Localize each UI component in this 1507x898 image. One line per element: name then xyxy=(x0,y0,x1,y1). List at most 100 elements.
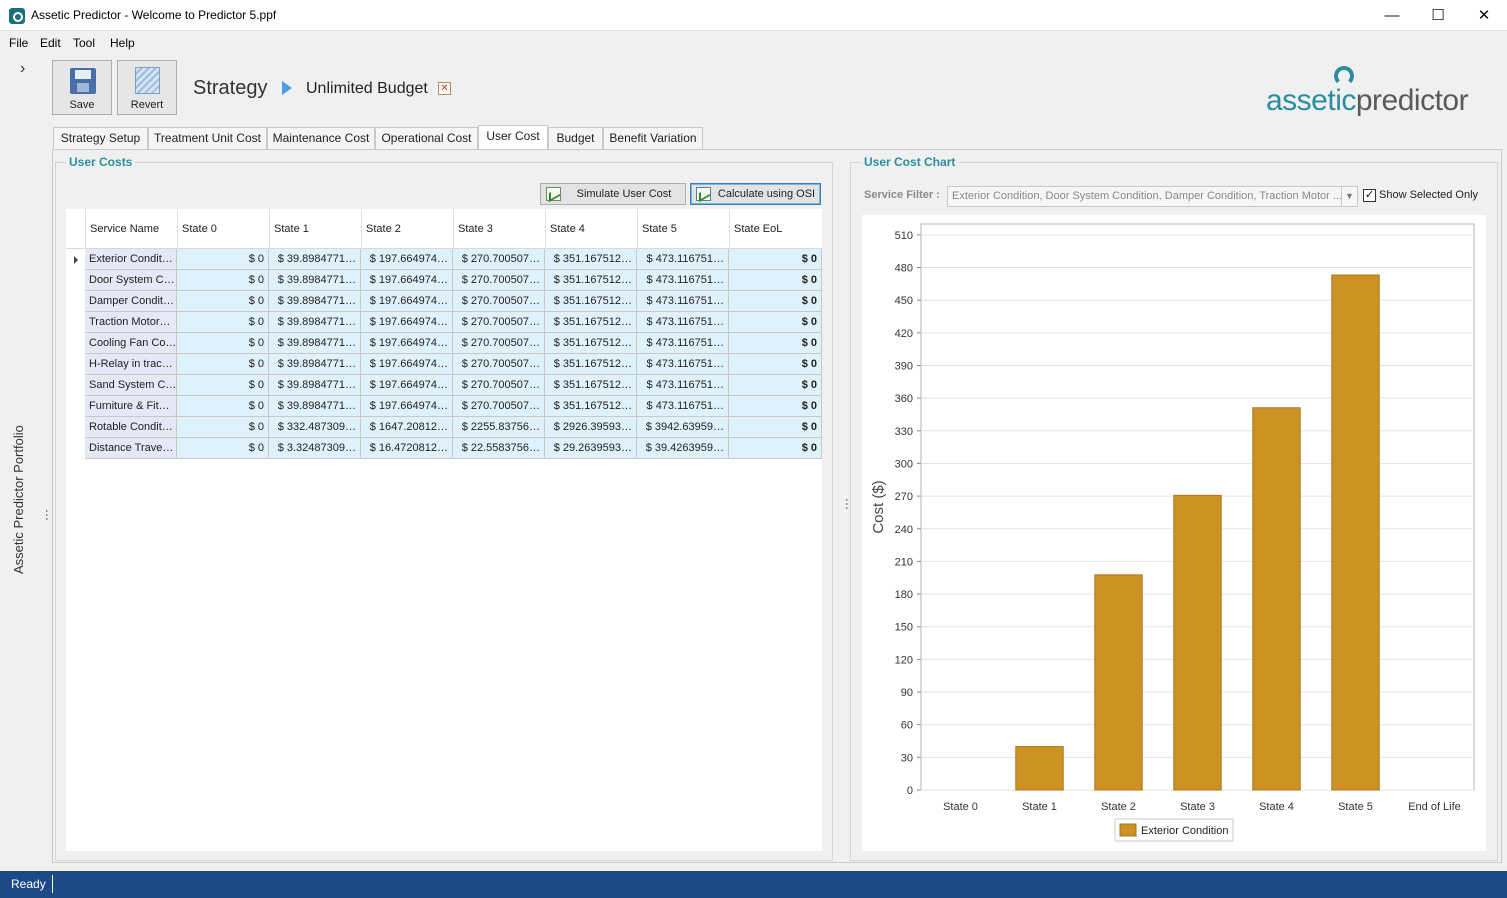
cost-cell[interactable]: $ 16.4720812… xyxy=(361,438,453,459)
table-row[interactable]: Rotable Condit… $ 0 $ 332.487309… $ 1647.20… xyxy=(66,417,822,438)
save-button[interactable]: Save xyxy=(52,60,112,115)
cost-cell[interactable]: $ 0 xyxy=(177,417,269,438)
cost-cell[interactable]: $ 351.167512… xyxy=(545,354,637,375)
row-indicator[interactable] xyxy=(66,396,85,417)
cost-cell[interactable]: $ 197.664974… xyxy=(361,333,453,354)
service-name-cell[interactable]: Exterior Condit… xyxy=(85,249,177,270)
chevron-down-icon[interactable]: ▼ xyxy=(1341,187,1357,206)
cost-cell[interactable]: $ 0 xyxy=(177,438,269,459)
cost-cell[interactable]: $ 0 xyxy=(177,270,269,291)
cost-cell[interactable]: $ 473.116751… xyxy=(637,333,729,354)
cost-cell[interactable]: $ 0 xyxy=(177,354,269,375)
cost-cell[interactable]: $ 0 xyxy=(729,354,822,375)
row-indicator[interactable] xyxy=(66,333,85,354)
service-name-cell[interactable]: Damper Condit… xyxy=(85,291,177,312)
cost-cell[interactable]: $ 0 xyxy=(729,249,822,270)
service-name-cell[interactable]: Traction Motor… xyxy=(85,312,177,333)
service-name-cell[interactable]: Sand System C… xyxy=(85,375,177,396)
cost-cell[interactable]: $ 0 xyxy=(177,375,269,396)
tab-operational-cost[interactable]: Operational Cost xyxy=(375,127,478,149)
portfolio-rail-label[interactable]: Assetic Predictor Portfolio xyxy=(11,425,26,574)
cost-cell[interactable]: $ 0 xyxy=(729,375,822,396)
cost-cell[interactable]: $ 197.664974… xyxy=(361,354,453,375)
cost-cell[interactable]: $ 351.167512… xyxy=(545,291,637,312)
show-selected-checkbox[interactable]: ✓ xyxy=(1363,189,1376,202)
table-row[interactable]: Distance Trave… $ 0 $ 3.32487309… $ 16.4720… xyxy=(66,438,822,459)
simulate-user-cost-button[interactable]: Simulate User Cost xyxy=(540,183,686,205)
row-indicator[interactable] xyxy=(66,291,85,312)
cost-cell[interactable]: $ 351.167512… xyxy=(545,312,637,333)
cost-cell[interactable]: $ 197.664974… xyxy=(361,375,453,396)
cost-cell[interactable]: $ 351.167512… xyxy=(545,249,637,270)
cost-cell[interactable]: $ 0 xyxy=(177,249,269,270)
table-row[interactable]: Traction Motor… $ 0 $ 39.8984771… $ 197.664… xyxy=(66,312,822,333)
cost-cell[interactable]: $ 39.8984771… xyxy=(269,270,361,291)
cost-cell[interactable]: $ 2255.83756… xyxy=(453,417,545,438)
cost-cell[interactable]: $ 473.116751… xyxy=(637,312,729,333)
cost-cell[interactable]: $ 22.5583756… xyxy=(453,438,545,459)
cost-cell[interactable]: $ 197.664974… xyxy=(361,270,453,291)
cost-cell[interactable]: $ 0 xyxy=(729,291,822,312)
cost-cell[interactable]: $ 39.8984771… xyxy=(269,249,361,270)
cost-cell[interactable]: $ 270.700507… xyxy=(453,312,545,333)
cost-cell[interactable]: $ 3942.63959… xyxy=(637,417,729,438)
cost-cell[interactable]: $ 270.700507… xyxy=(453,291,545,312)
cost-cell[interactable]: $ 270.700507… xyxy=(453,375,545,396)
table-row[interactable]: H-Relay in trac… $ 0 $ 39.8984771… $ 197.66… xyxy=(66,354,822,375)
row-indicator[interactable] xyxy=(66,354,85,375)
cost-cell[interactable]: $ 0 xyxy=(177,333,269,354)
cost-cell[interactable]: $ 197.664974… xyxy=(361,249,453,270)
minimize-button[interactable]: — xyxy=(1369,0,1415,31)
row-indicator[interactable] xyxy=(66,417,85,438)
menu-tool[interactable]: Tool xyxy=(73,36,95,50)
service-name-cell[interactable]: Door System C… xyxy=(85,270,177,291)
tab-treatment-unit-cost[interactable]: Treatment Unit Cost xyxy=(148,127,267,149)
row-indicator[interactable] xyxy=(66,270,85,291)
cost-cell[interactable]: $ 270.700507… xyxy=(453,270,545,291)
cost-cell[interactable]: $ 0 xyxy=(729,312,822,333)
cost-cell[interactable]: $ 473.116751… xyxy=(637,291,729,312)
cost-cell[interactable]: $ 473.116751… xyxy=(637,249,729,270)
cost-cell[interactable]: $ 39.4263959… xyxy=(637,438,729,459)
column-header-state-eol[interactable]: State EoL xyxy=(729,209,822,249)
cost-cell[interactable]: $ 197.664974… xyxy=(361,396,453,417)
cost-cell[interactable]: $ 39.8984771… xyxy=(269,312,361,333)
cost-cell[interactable]: $ 473.116751… xyxy=(637,375,729,396)
cost-cell[interactable]: $ 3.32487309… xyxy=(269,438,361,459)
table-row[interactable]: Damper Condit… $ 0 $ 39.8984771… $ 197.6649… xyxy=(66,291,822,312)
menu-edit[interactable]: Edit xyxy=(40,36,61,50)
tab-budget[interactable]: Budget xyxy=(548,127,603,149)
cost-cell[interactable]: $ 0 xyxy=(729,396,822,417)
cost-cell[interactable]: $ 1647.20812… xyxy=(361,417,453,438)
calculate-osi-button[interactable]: Calculate using OSI xyxy=(690,183,821,205)
column-header-state-5[interactable]: State 5 xyxy=(637,209,729,249)
cost-cell[interactable]: $ 351.167512… xyxy=(545,333,637,354)
cost-cell[interactable]: $ 270.700507… xyxy=(453,249,545,270)
cost-cell[interactable]: $ 351.167512… xyxy=(545,396,637,417)
cost-cell[interactable]: $ 473.116751… xyxy=(637,270,729,291)
cost-cell[interactable]: $ 0 xyxy=(729,438,822,459)
expand-chevron-icon[interactable]: › xyxy=(20,60,25,78)
close-strategy-icon[interactable]: ✕ xyxy=(438,82,451,95)
cost-cell[interactable]: $ 2926.39593… xyxy=(545,417,637,438)
column-header-state-3[interactable]: State 3 xyxy=(453,209,545,249)
column-header-state-1[interactable]: State 1 xyxy=(269,209,361,249)
panel-splitter-icon[interactable]: ⋯ xyxy=(840,498,854,510)
cost-cell[interactable]: $ 0 xyxy=(729,417,822,438)
maximize-button[interactable]: ☐ xyxy=(1415,0,1461,31)
cost-cell[interactable]: $ 39.8984771… xyxy=(269,375,361,396)
cost-cell[interactable]: $ 473.116751… xyxy=(637,354,729,375)
service-name-cell[interactable]: Rotable Condit… xyxy=(85,417,177,438)
cost-cell[interactable]: $ 270.700507… xyxy=(453,333,545,354)
service-name-cell[interactable]: Cooling Fan Co… xyxy=(85,333,177,354)
column-header-state-0[interactable]: State 0 xyxy=(177,209,269,249)
cost-cell[interactable]: $ 270.700507… xyxy=(453,354,545,375)
tab-maintenance-cost[interactable]: Maintenance Cost xyxy=(267,127,375,149)
column-header-state-4[interactable]: State 4 xyxy=(545,209,637,249)
cost-cell[interactable]: $ 0 xyxy=(177,291,269,312)
revert-button[interactable]: Revert xyxy=(117,60,177,115)
service-name-cell[interactable]: Distance Trave… xyxy=(85,438,177,459)
cost-cell[interactable]: $ 39.8984771… xyxy=(269,396,361,417)
table-row[interactable]: Door System C… $ 0 $ 39.8984771… $ 197.6649… xyxy=(66,270,822,291)
cost-cell[interactable]: $ 39.8984771… xyxy=(269,333,361,354)
